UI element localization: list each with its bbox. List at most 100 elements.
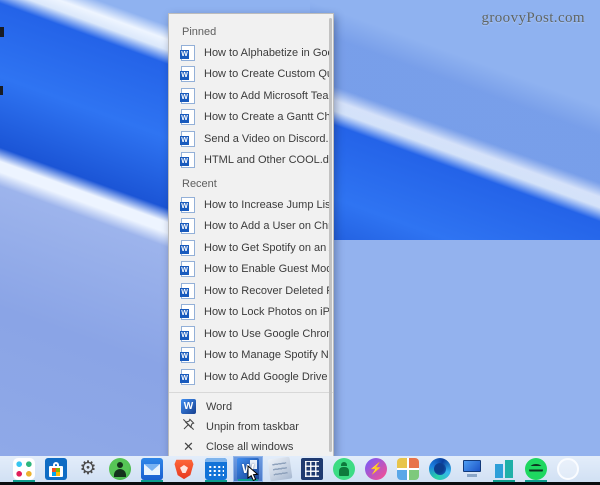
jumplist-item[interactable]: How to Add Microsoft Teams to Ou... [169, 85, 333, 107]
word-doc-icon [181, 109, 195, 125]
word-app-icon: W [181, 399, 196, 414]
word-doc-icon [181, 197, 195, 213]
jumplist-item-label: How to Create a Gantt Chart in Goo... [204, 111, 332, 123]
jumplist-item-label: How to Add a User on Chromeboo... [204, 220, 332, 232]
taskbar-buildings-app-button[interactable] [489, 456, 519, 482]
word-doc-icon [181, 347, 195, 363]
signal-circle-icon [557, 458, 579, 480]
taskbar-account-app-button[interactable] [105, 456, 135, 482]
unpin-label: Unpin from taskbar [206, 421, 299, 433]
open-word-label: Word [206, 401, 232, 413]
taskbar-android-app-button[interactable] [329, 456, 359, 482]
jumplist-item[interactable]: How to Create a Gantt Chart in Goo... [169, 107, 333, 129]
unpin-icon [181, 417, 196, 437]
word-doc-icon [181, 66, 195, 82]
jumplist-item-label: How to Alphabetize in Google Docs... [204, 47, 332, 59]
jumplist-item-label: How to Add Microsoft Teams to Ou... [204, 90, 332, 102]
word-doc-icon [181, 369, 195, 385]
jumplist-item[interactable]: How to Recover Deleted Photos on... [169, 280, 333, 302]
close-all-windows-button[interactable]: ✕ Close all windows [169, 437, 333, 457]
word-doc-icon [181, 218, 195, 234]
jumplist-item-label: How to Increase Jump List Items on... [204, 199, 332, 211]
jumplist-item[interactable]: How to Alphabetize in Google Docs... [169, 42, 333, 64]
word-doc-icon [181, 261, 195, 277]
jumplist-item-label: How to Get Spotify on an Android L... [204, 242, 332, 254]
word-doc-icon [181, 283, 195, 299]
pinned-section-header: Pinned [169, 22, 333, 42]
taskbar [0, 456, 600, 485]
word-doc-icon [181, 88, 195, 104]
microsoft-store-icon [45, 458, 67, 480]
spotify-icon [525, 458, 547, 480]
jumplist-item[interactable]: How to Add a User on Chromeboo... [169, 216, 333, 238]
word-doc-icon [181, 152, 195, 168]
jumplist-item[interactable]: How to Enable Guest Mode on Chr... [169, 259, 333, 281]
jumplist-item-label: How to Lock Photos on iPhone.docx [204, 306, 332, 318]
notepad-icon [268, 457, 293, 482]
word-doc-icon [181, 326, 195, 342]
messenger-icon [365, 458, 387, 480]
jumplist-item-label: How to Manage Spotify Not Showi... [204, 349, 332, 361]
android-icon [333, 458, 355, 480]
jumplist-item-label: How to Use Google Chromecast Wi... [204, 328, 332, 340]
jumplist-item[interactable]: How to Lock Photos on iPhone.docx [169, 302, 333, 324]
word-jump-list: Pinned How to Alphabetize in Google Docs… [168, 13, 334, 457]
taskbar-slack-button[interactable] [9, 456, 39, 482]
mouse-cursor [247, 465, 260, 485]
brave-shield-icon [173, 458, 195, 480]
unpin-from-taskbar-button[interactable]: Unpin from taskbar [169, 417, 333, 437]
taskbar-messenger-button[interactable] [361, 456, 391, 482]
photos-collage-icon [397, 458, 419, 480]
monitor-icon [461, 458, 483, 480]
taskbar-spotify-button[interactable] [521, 456, 551, 482]
jumplist-item[interactable]: How to Use Google Chromecast Wi... [169, 323, 333, 345]
taskbar-settings-button[interactable] [73, 456, 103, 482]
jumplist-item-label: HTML and Other COOL.docx [204, 154, 332, 166]
word-doc-icon [181, 240, 195, 256]
jumplist-separator [169, 392, 333, 393]
close-icon: ✕ [181, 439, 196, 454]
jumplist-item[interactable]: How to Increase Jump List Items on... [169, 194, 333, 216]
taskbar-edge-button[interactable] [425, 456, 455, 482]
taskbar-signal-button[interactable] [553, 456, 583, 482]
desktop-screen: groovyPost.com Pinned How to Alphabetize… [0, 0, 600, 485]
buildings-icon [493, 458, 515, 480]
jumplist-item[interactable]: Send a Video on Discord.docx [169, 128, 333, 150]
jumplist-item[interactable]: HTML and Other COOL.docx [169, 150, 333, 172]
jumplist-item[interactable]: How to Add Google Drive to File Ex... [169, 366, 333, 388]
groovypost-watermark: groovyPost.com [481, 10, 585, 27]
wallpaper-diagonal-shade [310, 0, 600, 250]
jumplist-item-label: How to Recover Deleted Photos on... [204, 285, 332, 297]
taskbar-notepad-button[interactable] [265, 456, 295, 482]
slack-icon [13, 458, 35, 480]
jumplist-item-label: Send a Video on Discord.docx [204, 133, 332, 145]
open-word-button[interactable]: W Word [169, 397, 333, 417]
desktop-icon-partial[interactable] [0, 27, 4, 37]
taskbar-calculator-button[interactable] [297, 456, 327, 482]
account-avatar-icon [109, 458, 131, 480]
jumplist-item-label: How to Create Custom Quick Steps... [204, 68, 332, 80]
taskbar-remote-desktop-button[interactable] [457, 456, 487, 482]
taskbar-microsoft-store-button[interactable] [41, 456, 71, 482]
jumplist-item-label: How to Enable Guest Mode on Chr... [204, 263, 332, 275]
word-doc-icon [181, 131, 195, 147]
jumplist-item[interactable]: How to Create Custom Quick Steps... [169, 64, 333, 86]
recent-section-header: Recent [169, 174, 333, 194]
mail-envelope-icon [141, 458, 163, 480]
taskbar-word-button[interactable] [233, 456, 263, 482]
word-doc-icon [181, 304, 195, 320]
calendar-icon [205, 458, 227, 480]
taskbar-calendar-button[interactable] [201, 456, 231, 482]
taskbar-mail-button[interactable] [137, 456, 167, 482]
jumplist-item[interactable]: How to Get Spotify on an Android L... [169, 237, 333, 259]
close-all-label: Close all windows [206, 441, 293, 453]
word-doc-icon [181, 45, 195, 61]
taskbar-photos-app-button[interactable] [393, 456, 423, 482]
calculator-grid-icon [301, 458, 323, 480]
desktop-icon-partial[interactable] [0, 86, 3, 95]
taskbar-brave-button[interactable] [169, 456, 199, 482]
jumplist-item[interactable]: How to Manage Spotify Not Showi... [169, 345, 333, 367]
scrollbar[interactable] [329, 18, 332, 452]
jumplist-item-label: How to Add Google Drive to File Ex... [204, 371, 332, 383]
gear-icon [77, 458, 99, 480]
